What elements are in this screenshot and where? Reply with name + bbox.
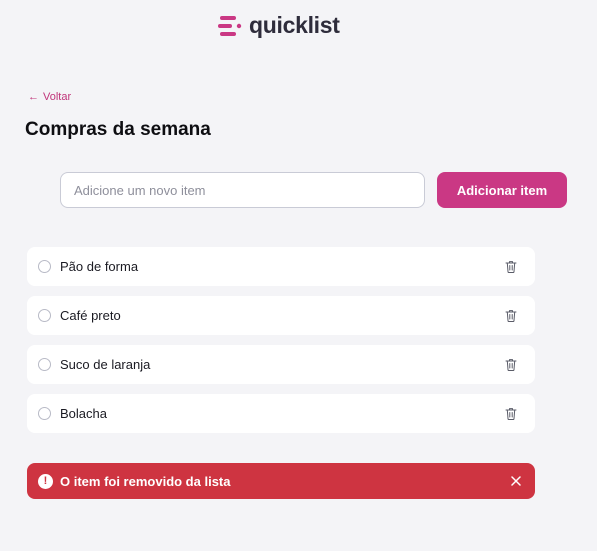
brand-logo: quicklist [218, 12, 340, 39]
list-item: Bolacha [27, 394, 535, 433]
back-link[interactable]: ← Voltar [28, 91, 71, 103]
trash-icon [505, 261, 517, 273]
back-arrow-icon: ← [28, 91, 39, 103]
item-label: Bolacha [60, 406, 107, 421]
close-icon [511, 476, 521, 486]
item-label: Suco de laranja [60, 357, 151, 372]
app-page: quicklist ← Voltar Compras da semana Adi… [0, 0, 597, 551]
alert-close-button[interactable] [509, 474, 523, 488]
delete-item-button[interactable] [504, 260, 518, 274]
list-item: Suco de laranja [27, 345, 535, 384]
delete-item-button[interactable] [504, 309, 518, 323]
back-link-label: Voltar [43, 91, 72, 103]
alert-exclamation-icon: ! [38, 473, 53, 489]
list-item: Pão de forma [27, 247, 535, 286]
page-title: Compras da semana [25, 119, 211, 140]
delete-item-button[interactable] [504, 358, 518, 372]
shopping-list: Pão de forma Café preto Suco de laranja … [27, 247, 535, 443]
removed-item-alert: ! O item foi removido da lista [27, 463, 535, 499]
brand-name: quicklist [249, 12, 340, 38]
trash-icon [505, 359, 517, 371]
item-label: Café preto [60, 308, 121, 323]
new-item-input[interactable] [60, 172, 425, 208]
item-checkbox[interactable] [38, 407, 51, 420]
trash-icon [505, 408, 517, 420]
add-item-button[interactable]: Adicionar item [437, 172, 567, 208]
item-checkbox[interactable] [38, 358, 51, 371]
list-item: Café preto [27, 296, 535, 335]
trash-icon [505, 310, 517, 322]
item-checkbox[interactable] [38, 309, 51, 322]
delete-item-button[interactable] [504, 407, 518, 421]
item-checkbox[interactable] [38, 260, 51, 273]
quicklist-logo-icon [218, 15, 242, 36]
item-label: Pão de forma [60, 259, 139, 274]
alert-message: O item foi removido da lista [60, 473, 231, 489]
